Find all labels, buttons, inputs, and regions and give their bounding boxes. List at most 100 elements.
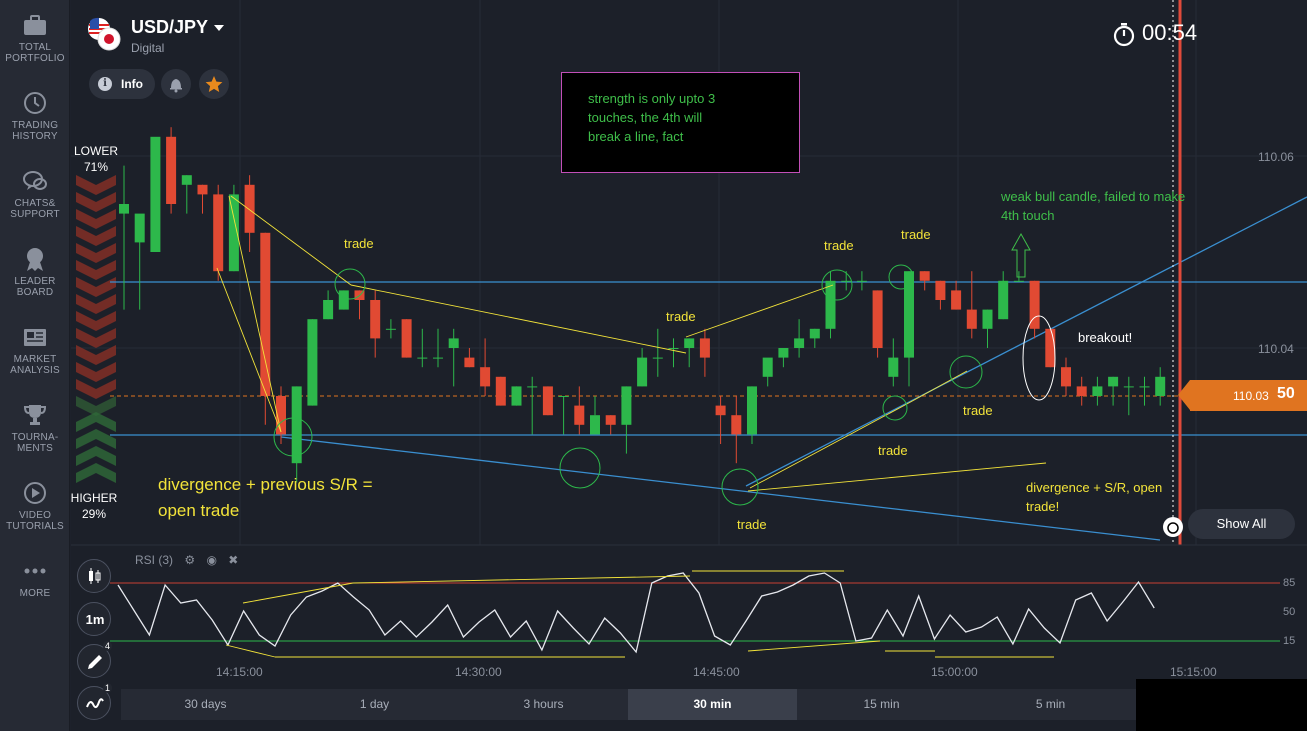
x-axis-label: 14:15:00 [216,665,263,679]
bull-candle [747,386,757,435]
briefcase-icon [24,15,46,35]
rsi-label: RSI (3) [135,553,174,567]
black-overlay [1136,679,1307,731]
bull-candle [307,319,318,406]
bull-candle [856,280,867,282]
history-icon [24,92,46,114]
bear-candle [605,415,616,425]
stopwatch-icon [1113,23,1135,47]
annotation-divergence-previous-sr: divergence + previous S/R = open trade [158,475,373,520]
bull-candle [1155,376,1166,396]
bear-candle [574,405,585,425]
timeframe-bar: 30 days 1 day 3 hours 30 min 15 min 5 mi… [121,689,1136,720]
timeframe-1-day[interactable]: 1 day [290,689,459,720]
bull-candle [652,357,663,359]
bull-candle [527,386,538,388]
drawing-tools-button[interactable]: 4 [77,641,112,678]
sidebar-item-label: TRADING HISTORY [11,120,59,142]
arrow-up-icon [1011,232,1031,278]
sidebar-item-video-tutorials[interactable]: VIDEO TUTORIALS [0,480,70,532]
sidebar-item-market-analysis[interactable]: MARKET ANALYSIS [0,324,70,376]
x-axis-label: 15:15:00 [1170,665,1217,679]
bear-candle [464,357,475,368]
bull-candle [998,280,1009,320]
lower-percent: 71% [83,160,109,174]
sidebar-item-label: LEADER BOARD [14,276,56,298]
bull-candle [323,300,334,320]
sidebar-item-label: MARKET ANALYSIS [10,354,60,376]
sidebar-item-chats-support[interactable]: CHATS& SUPPORT [0,168,70,220]
info-icon: i [98,77,112,91]
bull-candle [558,396,569,397]
show-all-button[interactable]: Show All [1188,509,1295,539]
annotation-trade: trade [344,236,374,251]
annotation-note-text: strength is only upto 3 touches, the 4th… [588,91,716,144]
newspaper-icon [24,329,46,346]
sidebar-item-leader-board[interactable]: LEADER BOARD [0,246,70,298]
bull-candle [888,357,899,377]
eye-icon[interactable]: ◉ [206,553,216,567]
bull-candle [1013,280,1024,282]
rsi-level-label: 85 [1283,577,1296,589]
candles-icon [89,568,101,584]
timeframe-30-days[interactable]: 30 days [121,689,290,720]
bear-candle [1045,328,1056,368]
higher-label: HIGHER [70,491,118,505]
timeframe-5-min[interactable]: 5 min [966,689,1135,720]
bull-candle [181,175,192,185]
indicators-button[interactable]: 1 [77,683,112,720]
bear-candle [244,184,255,233]
chat-icon [23,171,47,190]
timeframe-3-hours[interactable]: 3 hours [459,689,628,720]
annotation-trade: trade [878,443,908,458]
asset-name[interactable]: USD/JPY [131,17,225,38]
bear-candle [966,309,977,329]
rsi-indicator-header: RSI (3) ⚙ ◉ ✖ [135,553,238,567]
alerts-button[interactable] [161,69,191,99]
bull-candle [1123,386,1134,388]
y-axis-label: 110.04 [1258,342,1294,356]
expiration-timer: 00:54 [1112,20,1197,47]
info-button[interactable]: i Info [89,69,155,99]
chart-type-button[interactable] [77,559,111,593]
timeframe-30-min[interactable]: 30 min [628,689,797,720]
x-axis-label: 14:30:00 [455,665,502,679]
bull-candle [511,386,522,406]
sidebar-item-tourna-ments[interactable]: TOURNA- MENTS [0,402,70,454]
annotation-divergence-sr: divergence + S/R, open trade! [1026,480,1163,514]
annotation-weak-bull-candle: weak bull candle, failed to make 4th tou… [1001,189,1186,223]
trade-line [228,195,282,433]
timeframe-15-min[interactable]: 15 min [797,689,966,720]
current-price-tag: 110.03 50 [1178,380,1307,411]
bull-candle [684,338,695,348]
sidebar-item-more[interactable]: MORE [0,558,70,599]
rsi-level-label: 50 [1283,606,1296,618]
more-dots-icon [24,568,46,574]
annotation-trade: trade [666,309,696,324]
sidebar-item-trading-history[interactable]: TRADING HISTORY [0,90,70,142]
sidebar-item-label: TOURNA- MENTS [11,432,59,454]
chevron-down-icon [214,25,225,32]
close-icon[interactable]: ✖ [228,553,238,567]
sidebar-item-label: MORE [19,588,51,599]
gear-icon[interactable]: ⚙ [184,553,195,567]
trade-highlight-circle [882,395,908,421]
bull-candle [433,357,443,359]
sidebar-item-total-portfolio[interactable]: TOTAL PORTFOLIO [0,12,70,64]
drawing-count-badge: 4 [102,641,112,651]
bear-candle [542,386,553,416]
sentiment-lower-bar [76,175,116,195]
bear-candle [370,300,381,339]
timeframe-button[interactable]: 1m [77,602,111,636]
bull-candle [982,309,993,329]
current-price-emph: 50 [1277,385,1295,402]
rsi-panel [110,545,1307,660]
favorite-button[interactable] [199,69,229,99]
bull-candle [417,357,428,359]
sentiment-lower: LOWER 71% [66,143,126,175]
annotation-trade: trade [963,403,993,418]
bull-candle [778,348,789,358]
bear-candle [1076,386,1087,396]
bull-candle [841,280,852,282]
bear-candle [213,194,224,272]
